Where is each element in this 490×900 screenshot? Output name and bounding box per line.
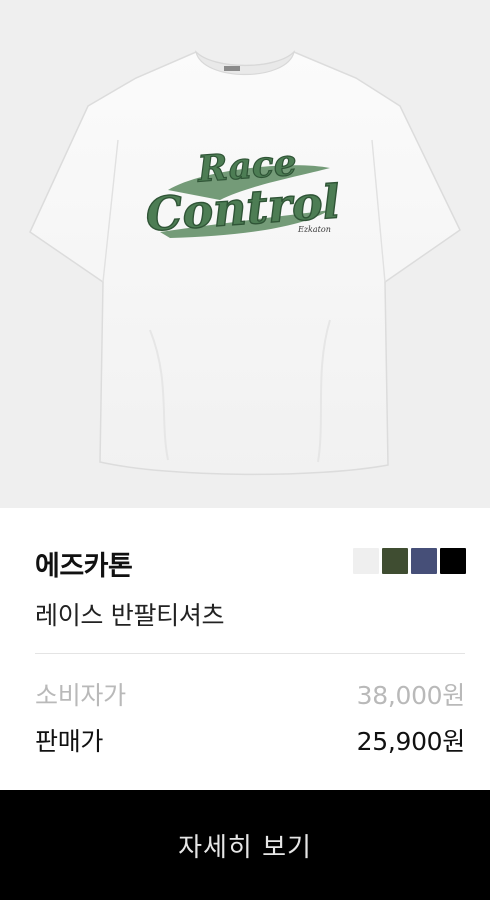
divider — [35, 653, 465, 654]
product-info: 에즈카톤 레이스 반팔티셔츠 소비자가 38,000원 판매가 25,900원 — [0, 508, 490, 790]
msrp-row: 소비자가 38,000원 — [35, 676, 465, 712]
color-swatch-white[interactable] — [353, 548, 379, 574]
color-swatch-navy[interactable] — [411, 548, 437, 574]
color-swatches — [353, 548, 466, 574]
msrp-price: 38,000원 — [356, 681, 466, 710]
product-title[interactable]: 레이스 반팔티셔츠 — [35, 596, 225, 632]
view-details-button[interactable]: 자세히 보기 — [0, 790, 490, 900]
sale-price: 25,900원 — [356, 727, 466, 756]
sale-label: 판매가 — [35, 727, 104, 756]
product-image[interactable]: Race Control Ezkaton — [0, 0, 490, 508]
brand-name[interactable]: 에즈카톤 — [35, 544, 133, 583]
graphic-signature: Ezkaton — [297, 225, 331, 234]
color-swatch-black[interactable] — [440, 548, 466, 574]
sale-row: 판매가 25,900원 — [35, 722, 465, 758]
tshirt-illustration: Race Control Ezkaton — [29, 50, 461, 476]
product-card: Race Control Ezkaton 에즈카톤 레이스 반팔티셔츠 소비자가… — [0, 0, 490, 900]
msrp-label: 소비자가 — [35, 681, 126, 710]
color-swatch-khaki[interactable] — [382, 548, 408, 574]
